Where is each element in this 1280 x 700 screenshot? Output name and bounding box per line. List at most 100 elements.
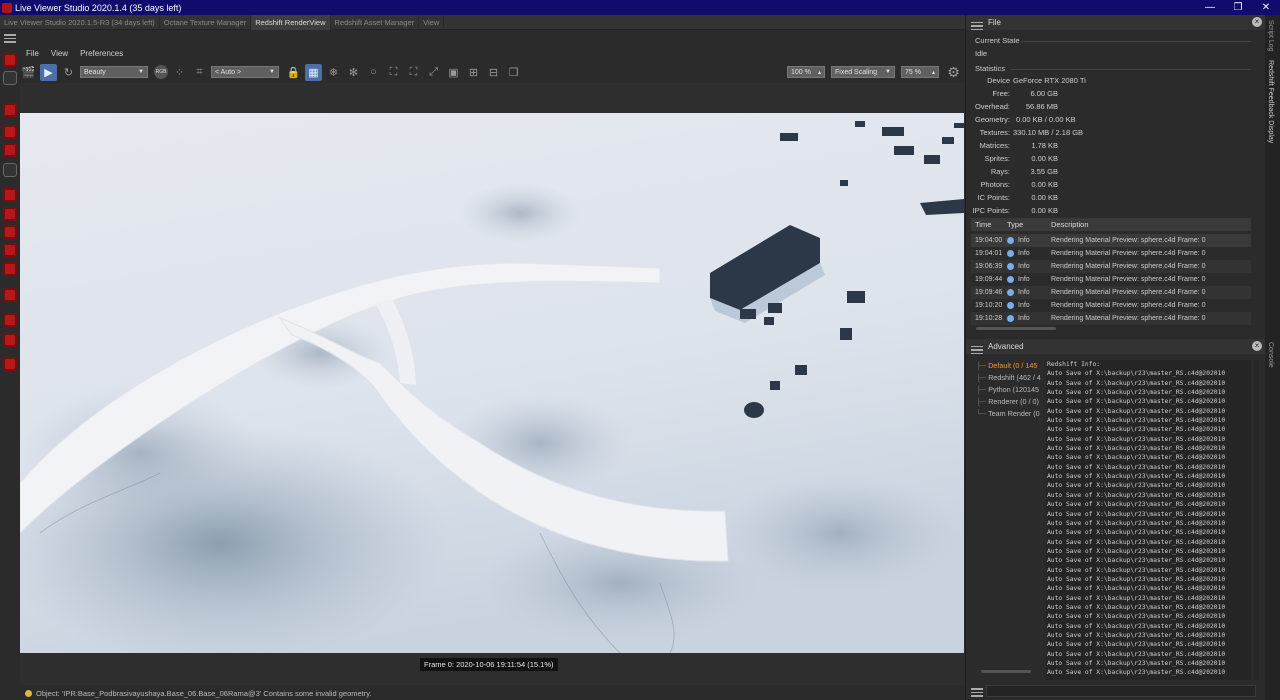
log-row[interactable]: 19:04:00 Info Rendering Material Preview…: [971, 234, 1251, 247]
shader-icon[interactable]: [3, 357, 17, 371]
log-row[interactable]: 19:06:39 Info Rendering Material Preview…: [971, 260, 1251, 273]
tree-item-default[interactable]: ├─ Default (0 / 145: [976, 361, 1037, 370]
tab-redshift-renderview[interactable]: Redshift RenderView: [251, 14, 331, 30]
console-output[interactable]: Redshift Info: Auto Save of X:\backup\r2…: [1046, 360, 1251, 680]
log-row[interactable]: 19:09:44 Info Rendering Material Preview…: [971, 273, 1251, 286]
aov-select[interactable]: Beauty ▼: [80, 66, 148, 78]
render-image[interactable]: [20, 113, 964, 653]
console-line: Auto Save of X:\backup\r23\master_RS.c4d…: [1047, 538, 1226, 546]
camera-icon[interactable]: [3, 207, 17, 221]
side-tab-script-log[interactable]: Script Log: [1267, 20, 1274, 52]
console-line: Auto Save of X:\backup\r23\master_RS.c4d…: [1047, 510, 1226, 518]
side-tab-console[interactable]: Console: [1267, 342, 1274, 368]
redshift-object-icon[interactable]: [3, 103, 17, 117]
statistics-label: Statistics: [975, 64, 1006, 73]
material-icon[interactable]: [3, 188, 17, 202]
close-advanced-icon[interactable]: ×: [1252, 341, 1262, 351]
environment-icon[interactable]: [3, 225, 17, 239]
clapper-toolbar-icon[interactable]: 🎬: [20, 64, 37, 81]
list-icon[interactable]: [3, 243, 17, 257]
refresh-icon[interactable]: ↻: [60, 64, 77, 81]
start-render-button[interactable]: ▶: [40, 63, 57, 81]
tree-item-team-render[interactable]: └─ Team Render (0: [976, 409, 1040, 418]
copy-icon[interactable]: ❐: [505, 64, 522, 81]
stat-value: 0.00 KB: [1031, 193, 1058, 202]
tree-item-redshift[interactable]: ├─ Redshift (462 / 4: [976, 373, 1041, 382]
file-panel-menu-icon[interactable]: [970, 20, 984, 30]
col-type[interactable]: Type: [1003, 220, 1047, 229]
camera-select[interactable]: < Auto > ▼: [211, 66, 279, 78]
tree-label: Renderer (0 / 0): [988, 397, 1039, 406]
stat-label: Device: [987, 76, 1010, 85]
stat-value: 330.10 MB / 2.18 GB: [1013, 128, 1084, 137]
maximize-button[interactable]: ❐: [1224, 2, 1252, 13]
image-icon[interactable]: ▣: [445, 64, 462, 81]
scaling-select[interactable]: Fixed Scaling ▼: [831, 66, 895, 78]
clapper-icon[interactable]: [3, 163, 17, 177]
circle-icon[interactable]: ○: [365, 64, 382, 81]
rgb-channel-button[interactable]: RGB: [154, 65, 168, 79]
sun-icon[interactable]: [3, 143, 17, 157]
tab-octane-texture-manager[interactable]: Octane Texture Manager: [160, 14, 252, 30]
console-line: Auto Save of X:\backup\r23\master_RS.c4d…: [1047, 501, 1226, 509]
freeze-icon[interactable]: ✻: [345, 64, 362, 81]
info-dot-icon: [1007, 275, 1014, 283]
close-panel-icon[interactable]: ×: [1252, 17, 1262, 27]
tree-item-renderer[interactable]: ├─ Renderer (0 / 0): [976, 397, 1039, 406]
lock-icon[interactable]: 🔒: [285, 64, 302, 81]
stat-value: 56.86 MB: [1025, 102, 1058, 111]
light-icon[interactable]: [3, 125, 17, 139]
col-description[interactable]: Description: [1047, 220, 1089, 229]
zoom-input[interactable]: 100 % ▴: [787, 66, 825, 78]
minimize-button[interactable]: —: [1196, 2, 1224, 13]
volume-icon[interactable]: [3, 313, 17, 327]
advanced-panel-menu-icon[interactable]: [970, 344, 984, 354]
tag-icon[interactable]: [3, 333, 17, 347]
console-line: Auto Save of X:\backup\r23\master_RS.c4d…: [1047, 660, 1226, 667]
tree-item-python[interactable]: ├─ Python (120145: [976, 385, 1039, 394]
tab-view[interactable]: View: [419, 14, 445, 30]
tree-horizontal-scrollbar[interactable]: [981, 670, 1031, 673]
proxy-icon[interactable]: [3, 288, 17, 302]
film-icon[interactable]: [3, 71, 17, 85]
scale-percent-input[interactable]: 75 % ▴: [901, 66, 939, 78]
console-line: Auto Save of X:\backup\r23\master_RS.c4d…: [1047, 454, 1226, 462]
region-icon[interactable]: ⛶: [385, 64, 402, 81]
menu-view[interactable]: View: [45, 49, 74, 58]
window-title: Live Viewer Studio 2020.1.4 (35 days lef…: [15, 2, 182, 13]
log-row[interactable]: 19:09:46 Info Rendering Material Preview…: [971, 286, 1251, 299]
save-image-icon[interactable]: ⊟: [485, 64, 502, 81]
left-panel-menu-icon[interactable]: [3, 32, 17, 43]
bucket-grid-button[interactable]: ▦: [305, 63, 322, 81]
info-dot-icon: [1007, 262, 1014, 270]
log-row[interactable]: 19:04:01 Info Rendering Material Preview…: [971, 247, 1251, 260]
console-line: Auto Save of X:\backup\r23\master_RS.c4d…: [1047, 529, 1226, 537]
console-command-input[interactable]: [986, 685, 1256, 697]
log-row[interactable]: 19:10:28 Info Rendering Material Preview…: [971, 312, 1251, 325]
tab-redshift-asset-manager[interactable]: Redshift Asset Manager: [331, 14, 420, 30]
play-icon[interactable]: [3, 262, 17, 276]
console-vertical-scrollbar[interactable]: [1254, 360, 1259, 680]
snapshot-add-icon[interactable]: ⊞: [465, 64, 482, 81]
log-row[interactable]: 19:10:20 Info Rendering Material Preview…: [971, 299, 1251, 312]
left-tool-sidebar: [0, 45, 20, 685]
settings-gear-icon[interactable]: ⚙: [945, 64, 962, 81]
current-state-label: Current State: [975, 36, 1020, 45]
fit-icon[interactable]: ⛶: [405, 64, 422, 81]
side-tab-feedback-display[interactable]: Redshift Feedback Display: [1267, 60, 1274, 143]
menu-preferences[interactable]: Preferences: [74, 49, 129, 58]
stat-value: 1.78 KB: [1031, 141, 1058, 150]
console-line: Auto Save of X:\backup\r23\master_RS.c4d…: [1047, 398, 1226, 406]
close-window-button[interactable]: ✕: [1252, 2, 1280, 13]
grid-dots-icon[interactable]: ⁘: [171, 64, 188, 81]
crop-icon[interactable]: ⌗: [191, 64, 208, 81]
log-time: 19:04:00: [975, 236, 1003, 244]
menu-file[interactable]: File: [20, 49, 45, 58]
console-menu-icon[interactable]: [970, 686, 984, 697]
log-horizontal-scrollbar[interactable]: [976, 327, 1056, 330]
render-icon[interactable]: [3, 53, 17, 67]
col-time[interactable]: Time: [971, 220, 1003, 229]
tab-live-viewer[interactable]: Live Viewer Studio 2020.1.5-R3 (34 days …: [0, 14, 160, 30]
eyedropper-icon[interactable]: ⤢: [425, 64, 442, 81]
snowflake-icon[interactable]: ❄: [325, 64, 342, 81]
